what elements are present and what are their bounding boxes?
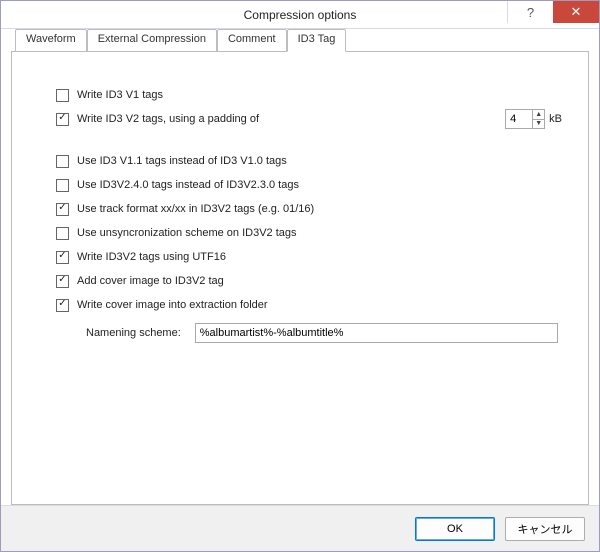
row-utf16: Write ID3V2 tags using UTF16: [56, 246, 568, 268]
checkbox-utf16[interactable]: [56, 251, 69, 264]
row-write-v2: Write ID3 V2 tags, using a padding of ▲ …: [56, 108, 568, 130]
cancel-button[interactable]: キャンセル: [505, 517, 585, 541]
row-cover-extract: Write cover image into extraction folder: [56, 294, 568, 316]
checkbox-cover-in-tag[interactable]: [56, 275, 69, 288]
padding-unit: kB: [549, 113, 562, 125]
window-title: Compression options: [244, 8, 357, 22]
row-use-v240: Use ID3V2.4.0 tags instead of ID3V2.3.0 …: [56, 174, 568, 196]
label-naming-scheme: Namening scheme:: [86, 327, 181, 339]
label-write-v1: Write ID3 V1 tags: [77, 89, 163, 101]
window: Compression options ? ✕ Waveform Externa…: [0, 0, 600, 552]
label-track-format: Use track format xx/xx in ID3V2 tags (e.…: [77, 203, 314, 215]
close-button[interactable]: ✕: [553, 1, 599, 23]
label-cover-in-tag: Add cover image to ID3V2 tag: [77, 275, 224, 287]
label-use-v240: Use ID3V2.4.0 tags instead of ID3V2.3.0 …: [77, 179, 299, 191]
checkbox-track-format[interactable]: [56, 203, 69, 216]
row-cover-in-tag: Add cover image to ID3V2 tag: [56, 270, 568, 292]
checkbox-unsync[interactable]: [56, 227, 69, 240]
tab-external-compression[interactable]: External Compression: [87, 29, 217, 52]
row-write-v1: Write ID3 V1 tags: [56, 84, 568, 106]
label-use-v11: Use ID3 V1.1 tags instead of ID3 V1.0 ta…: [77, 155, 287, 167]
row-naming-scheme: Namening scheme:: [56, 322, 568, 344]
checkbox-use-v240[interactable]: [56, 179, 69, 192]
chevron-down-icon[interactable]: ▼: [533, 120, 544, 129]
help-button[interactable]: ?: [507, 1, 553, 23]
checkbox-use-v11[interactable]: [56, 155, 69, 168]
label-cover-extract: Write cover image into extraction folder: [77, 299, 268, 311]
naming-scheme-input[interactable]: [195, 323, 558, 343]
padding-value[interactable]: ▲ ▼: [505, 109, 545, 129]
padding-input[interactable]: [506, 113, 532, 125]
padding-spinbox: ▲ ▼ kB: [505, 109, 562, 129]
tab-comment[interactable]: Comment: [217, 29, 287, 52]
label-unsync: Use unsyncronization scheme on ID3V2 tag…: [77, 227, 297, 239]
titlebar-buttons: ? ✕: [507, 1, 599, 23]
dialog-footer: OK キャンセル: [1, 505, 599, 551]
checkbox-write-v1[interactable]: [56, 89, 69, 102]
row-use-v11: Use ID3 V1.1 tags instead of ID3 V1.0 ta…: [56, 150, 568, 172]
titlebar: Compression options ? ✕: [1, 1, 599, 29]
row-unsync: Use unsyncronization scheme on ID3V2 tag…: [56, 222, 568, 244]
row-track-format: Use track format xx/xx in ID3V2 tags (e.…: [56, 198, 568, 220]
chevron-up-icon[interactable]: ▲: [533, 110, 544, 120]
checkbox-cover-extract[interactable]: [56, 299, 69, 312]
ok-button[interactable]: OK: [415, 517, 495, 541]
label-write-v2: Write ID3 V2 tags, using a padding of: [77, 113, 259, 125]
client-area: Waveform External Compression Comment ID…: [11, 29, 589, 505]
label-utf16: Write ID3V2 tags using UTF16: [77, 251, 226, 263]
tabpanel-id3-tag: Write ID3 V1 tags Write ID3 V2 tags, usi…: [11, 52, 589, 505]
padding-spinner[interactable]: ▲ ▼: [532, 110, 544, 128]
checkbox-write-v2[interactable]: [56, 113, 69, 126]
tab-id3-tag[interactable]: ID3 Tag: [287, 29, 347, 52]
tab-strip: Waveform External Compression Comment ID…: [11, 29, 589, 52]
tab-waveform[interactable]: Waveform: [15, 29, 87, 52]
